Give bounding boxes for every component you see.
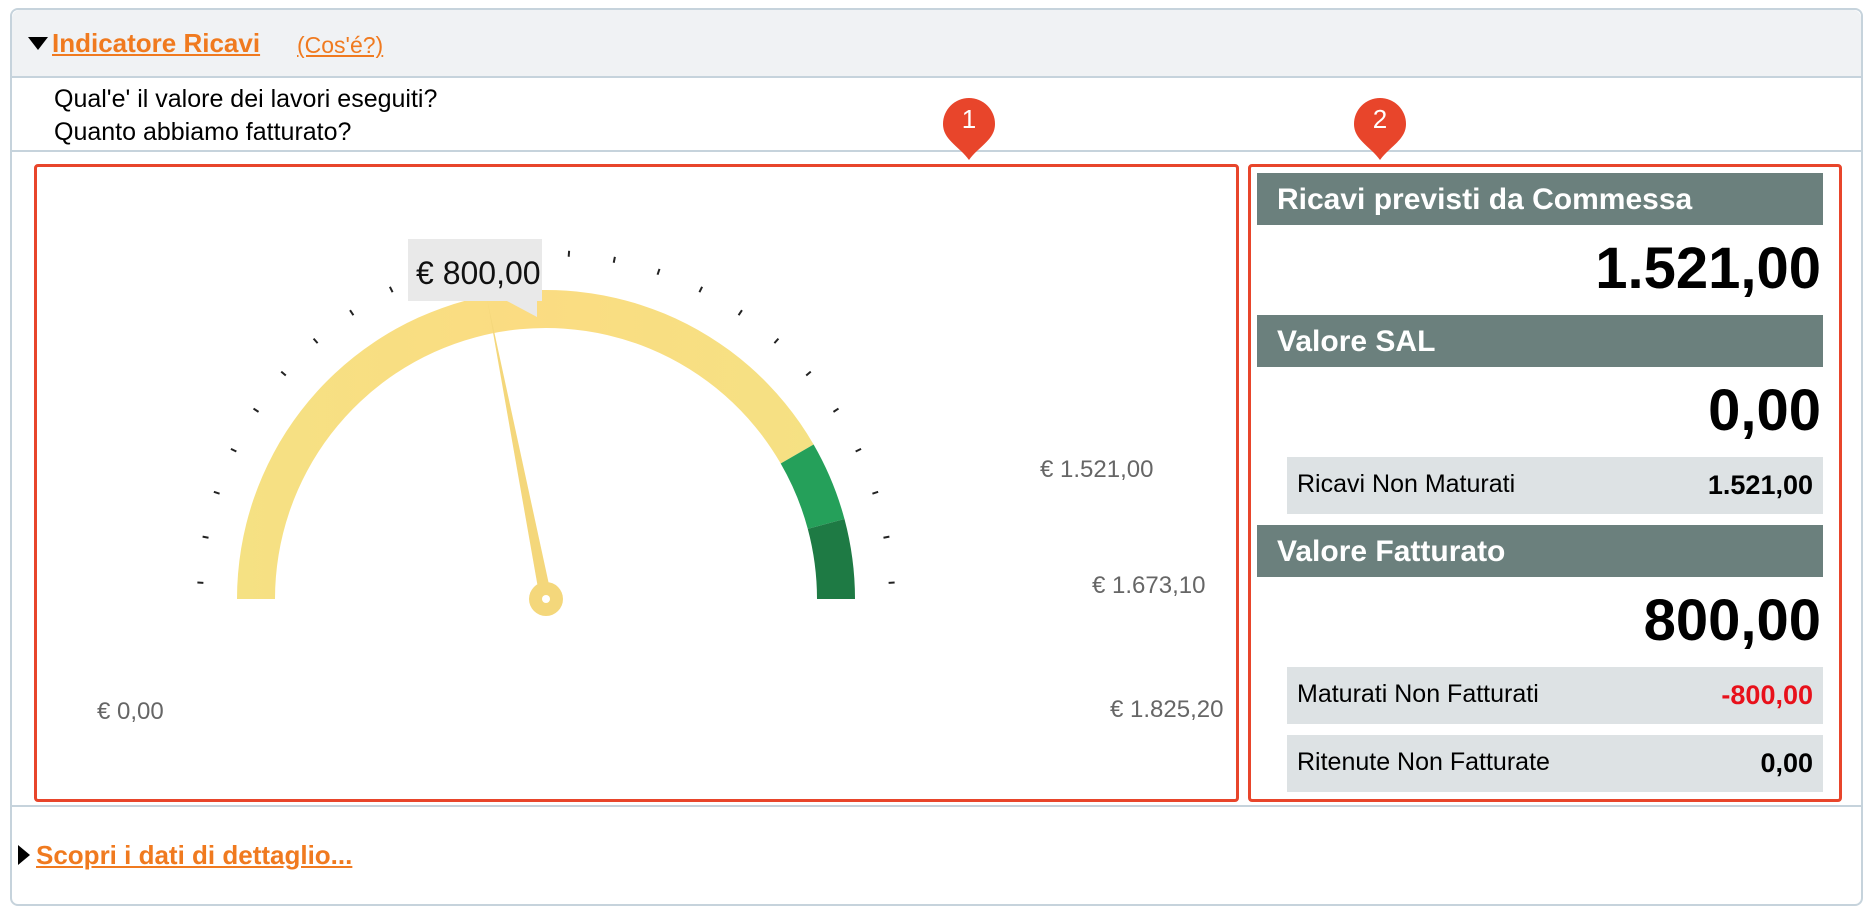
gauge-tick	[855, 447, 862, 453]
gauge-tick	[349, 309, 355, 316]
ricavi-non-maturati-label: Ricavi Non Maturati	[1297, 470, 1516, 498]
callout-marker-1: 1	[941, 96, 997, 162]
gauge-max-label: € 1.825,20	[1110, 696, 1223, 723]
valore-sal-header: Valore SAL	[1257, 315, 1823, 367]
whats-this-link[interactable]: (Cos'é?)	[297, 32, 383, 59]
gauge-tick	[698, 286, 703, 293]
collapse-toggle-icon[interactable]	[28, 37, 48, 50]
gauge-tick	[805, 370, 812, 377]
gauge-tick	[656, 268, 661, 275]
callout-marker-2: 2	[1352, 96, 1408, 162]
ritenute-non-fatturate-value: 0,00	[1760, 748, 1813, 778]
divider	[12, 805, 1861, 807]
gauge-tick	[832, 407, 840, 413]
callout-number-2: 2	[1372, 104, 1388, 134]
maturati-non-fatturati-value: -800,00	[1721, 680, 1813, 710]
card-header: Indicatore Ricavi (Cos'é?)	[12, 10, 1861, 78]
gauge-band	[237, 290, 855, 599]
valore-sal-value: 0,00	[1708, 378, 1821, 443]
gauge-threshold-2-label: € 1.673,10	[1092, 572, 1205, 599]
ricavi-non-maturati-value: 1.521,00	[1707, 470, 1813, 500]
gauge-needle-hub-dot	[542, 595, 550, 603]
valore-fatturato-value: 800,00	[1643, 588, 1821, 653]
gauge-panel: € 800,00 € 0,00 € 1.521,00 € 1.673,10 € …	[34, 164, 1239, 802]
gauge-threshold-1-label: € 1.521,00	[1040, 456, 1153, 483]
gauge-tick	[389, 286, 394, 293]
gauge-tick	[737, 309, 743, 316]
divider	[12, 150, 1861, 152]
gauge-needle	[487, 299, 563, 616]
indicator-title-link[interactable]: Indicatore Ricavi	[52, 28, 260, 59]
callout-number-1: 1	[961, 104, 977, 134]
gauge-chart: € 800,00 € 0,00 € 1.521,00 € 1.673,10 € …	[97, 239, 1223, 725]
gauge-tick	[252, 407, 260, 413]
ricavi-previsti-header: Ricavi previsti da Commessa	[1257, 173, 1823, 225]
gauge-min-label: € 0,00	[97, 698, 164, 725]
maturati-non-fatturati-label: Maturati Non Fatturati	[1297, 680, 1539, 708]
gauge-needle-pointer	[487, 299, 552, 601]
gauge-band-yellow	[237, 290, 814, 599]
indicator-card: Indicatore Ricavi (Cos'é?) Qual'e' il va…	[10, 8, 1863, 906]
expand-toggle-icon[interactable]	[18, 845, 30, 865]
maturati-non-fatturati-row: Maturati Non Fatturati -800,00	[1287, 667, 1823, 724]
gauge-tick	[872, 490, 879, 495]
ritenute-non-fatturate-row: Ritenute Non Fatturate 0,00	[1287, 735, 1823, 792]
ricavi-non-maturati-row: Ricavi Non Maturati 1.521,00	[1287, 457, 1823, 514]
ritenute-non-fatturate-label: Ritenute Non Fatturate	[1297, 748, 1550, 776]
gauge-value-label: € 800,00	[416, 255, 541, 291]
gauge-tick	[612, 256, 616, 263]
question-text-1: Qual'e' il valore dei lavori eseguiti?	[54, 85, 438, 113]
detail-data-link[interactable]: Scopri i dati di dettaglio...	[36, 840, 352, 871]
gauge-tick	[312, 337, 319, 344]
valore-fatturato-header: Valore Fatturato	[1257, 525, 1823, 577]
gauge-tick	[202, 535, 209, 539]
gauge-tick	[213, 490, 220, 495]
ricavi-previsti-value: 1.521,00	[1595, 236, 1821, 301]
gauge-tick	[280, 370, 287, 377]
gauge-tick	[773, 337, 780, 344]
question-text-2: Quanto abbiamo fatturato?	[54, 118, 352, 146]
gauge-tick	[883, 535, 890, 539]
gauge-tick	[230, 447, 237, 453]
summary-panel: Ricavi previsti da Commessa 1.521,00 Val…	[1248, 164, 1842, 802]
gauge-band-dark-green	[807, 519, 855, 599]
